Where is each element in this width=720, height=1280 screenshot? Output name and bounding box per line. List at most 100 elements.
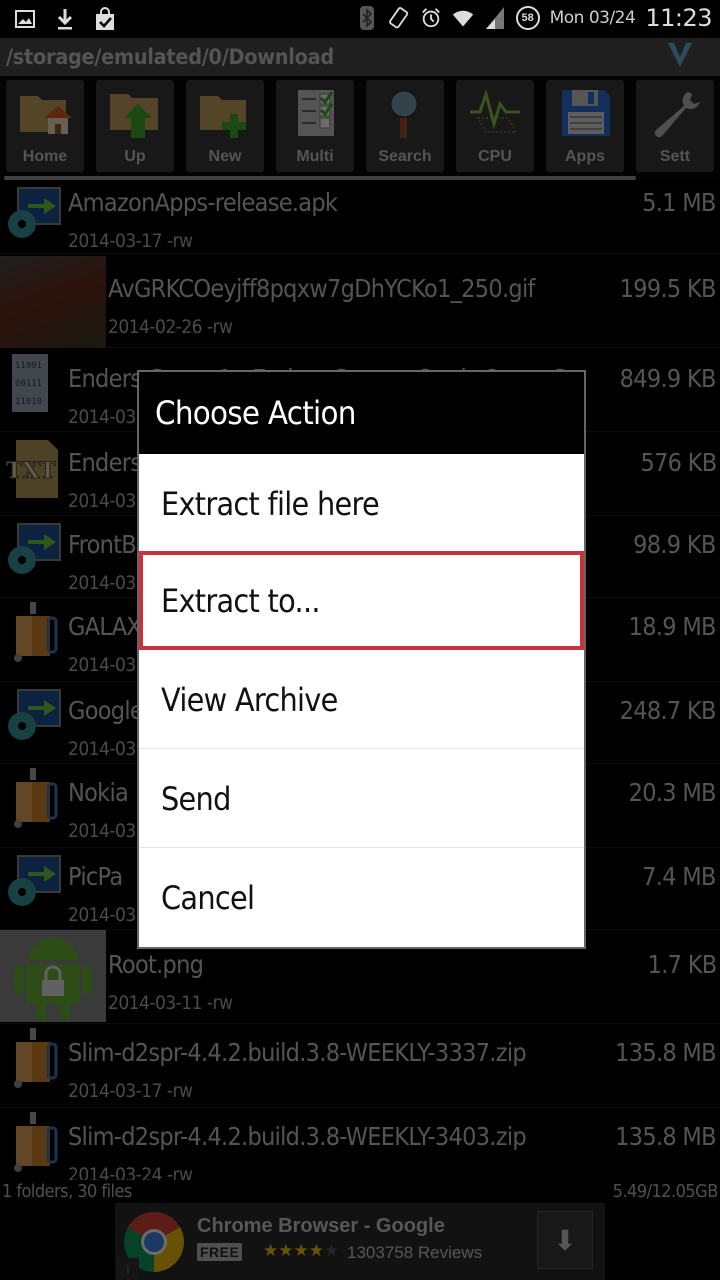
download-icon [54, 6, 76, 32]
file-size: 20.3 MB [625, 778, 717, 807]
ad-reviews: 1303758 Reviews [347, 1243, 483, 1262]
file-size: 7.4 MB [638, 862, 717, 891]
ad-info-icon[interactable]: i [117, 1258, 139, 1280]
new-label: New [208, 148, 242, 165]
send-option[interactable]: Send [139, 749, 584, 848]
file-size: 1.7 KB [643, 950, 717, 979]
dialog-action-list: Extract file here Extract to... View Arc… [139, 454, 584, 947]
search-icon [378, 88, 432, 138]
file-count: 1 folders, 30 files [2, 1181, 132, 1202]
apps-button[interactable]: Apps [546, 80, 624, 172]
txt-file-icon: TXT [6, 438, 64, 498]
ad-banner[interactable]: i Chrome Browser - Google FREE ★★★★★ 130… [115, 1203, 605, 1280]
gallery-notification-icon [14, 6, 36, 32]
file-meta: 2014-03-17 -rw [68, 230, 193, 252]
new-button[interactable]: New [186, 80, 264, 172]
file-meta: 2014-02-26 -rw [108, 316, 233, 338]
file-name: Slim-d2spr-4.4.2.build.3.8-WEEKLY-3403.z… [68, 1122, 527, 1151]
zip-archive-icon [6, 768, 64, 828]
apps-label: Apps [565, 148, 605, 165]
zip-archive-icon [6, 602, 64, 662]
view-archive-option[interactable]: View Archive [139, 650, 584, 749]
option-label: Cancel [161, 879, 255, 917]
ad-title: Chrome Browser - Google [197, 1215, 445, 1237]
download-arrow-icon: ⬇ [553, 1224, 577, 1256]
star-empty-icon: ★ [323, 1241, 340, 1260]
file-meta: 2014-03-17 -rw [68, 1080, 193, 1102]
settings-button[interactable]: Sett [636, 80, 714, 172]
apk-install-icon [6, 688, 64, 748]
wifi-icon [452, 5, 474, 31]
option-label: Extract file here [161, 485, 380, 523]
search-button[interactable]: Search [366, 80, 444, 172]
multi-select-icon [288, 88, 342, 138]
android-root-thumbnail [0, 930, 106, 1022]
cancel-option[interactable]: Cancel [139, 848, 584, 947]
dialog-title: Choose Action [155, 394, 356, 432]
current-path: /storage/emulated/0/Download [6, 45, 334, 69]
up-folder-icon [108, 88, 162, 138]
file-name: AmazonApps-release.apk [68, 188, 338, 217]
up-button[interactable]: Up [96, 80, 174, 172]
cpu-label: CPU [478, 148, 512, 165]
apk-install-icon [6, 854, 64, 914]
storage-usage: 5.49/12.05GB [612, 1181, 719, 1202]
file-row[interactable]: Slim-d2spr-4.4.2.build.3.8-WEEKLY-3403.z… [0, 1108, 720, 1180]
settings-label: Sett [659, 148, 691, 165]
signal-icon [484, 5, 506, 31]
choose-action-dialog: Choose Action Extract file here Extract … [137, 370, 586, 949]
extract-file-here-option[interactable]: Extract file here [139, 454, 584, 553]
star-filled-icons: ★★★★ [263, 1241, 324, 1260]
ad-download-button[interactable]: ⬇ [537, 1211, 593, 1269]
status-date: Mon 03/24 [549, 8, 636, 28]
rotation-icon [388, 5, 410, 31]
svg-text:11001: 11001 [15, 361, 42, 371]
home-folder-icon [18, 88, 72, 138]
search-label: Search [378, 148, 432, 165]
multi-button[interactable]: Multi [276, 80, 354, 172]
battery-indicator: 58 [515, 6, 540, 30]
file-size: 5.1 MB [638, 188, 717, 217]
svg-text:00111: 00111 [15, 379, 42, 389]
multi-label: Multi [296, 148, 334, 165]
cpu-icon [468, 88, 522, 138]
zip-archive-icon [6, 1028, 64, 1088]
file-row[interactable]: Slim-d2spr-4.4.2.build.3.8-WEEKLY-3337.z… [0, 1024, 720, 1108]
file-size: 849.9 KB [616, 364, 717, 393]
file-row[interactable]: AmazonApps-release.apk 2014-03-17 -rw 5.… [0, 180, 720, 254]
app-logo-icon[interactable] [666, 41, 694, 77]
option-label: Extract to... [161, 582, 321, 620]
up-label: Up [124, 148, 146, 165]
svg-text:11010: 11010 [15, 397, 42, 407]
file-size: 135.8 MB [611, 1122, 717, 1151]
cpu-button[interactable]: CPU [456, 80, 534, 172]
file-size: 18.9 MB [625, 612, 717, 641]
file-name: PicPa [68, 862, 123, 891]
settings-wrench-icon [648, 88, 702, 138]
home-button[interactable]: Home [6, 80, 84, 172]
file-size: 248.7 KB [616, 696, 717, 725]
bluetooth-icon [356, 5, 378, 31]
file-row[interactable]: AvGRKCOeyjff8pqxw7gDhYCKo1_250.gif 2014-… [0, 254, 720, 348]
footer-status: 1 folders, 30 files 5.49/12.05GB [0, 1181, 720, 1203]
file-name: Nokia [68, 778, 129, 807]
play-store-update-icon [94, 6, 116, 32]
ad-rating-stars: ★★★★★ [263, 1241, 339, 1261]
file-meta: 2014-03 [68, 490, 136, 512]
image-thumbnail [0, 256, 106, 348]
file-name: Slim-d2spr-4.4.2.build.3.8-WEEKLY-3337.z… [68, 1038, 527, 1067]
option-label: View Archive [161, 681, 338, 719]
zip-archive-icon [6, 1112, 64, 1172]
apps-floppy-icon [558, 88, 612, 138]
file-meta: 2014-03 [68, 738, 136, 760]
status-time: 11:23 [645, 4, 712, 32]
file-meta: 2014-03 [68, 406, 136, 428]
file-meta: 2014-03-11 -rw [108, 992, 233, 1014]
file-meta: 2014-03 [68, 904, 136, 926]
file-meta: 2014-03 [68, 572, 136, 594]
file-meta: 2014-03 [68, 654, 136, 676]
file-name: AvGRKCOeyjff8pqxw7gDhYCKo1_250.gif [108, 274, 535, 303]
ad-free-badge: FREE [197, 1243, 243, 1261]
extract-to-option[interactable]: Extract to... [139, 551, 584, 650]
apk-install-icon [6, 522, 64, 582]
